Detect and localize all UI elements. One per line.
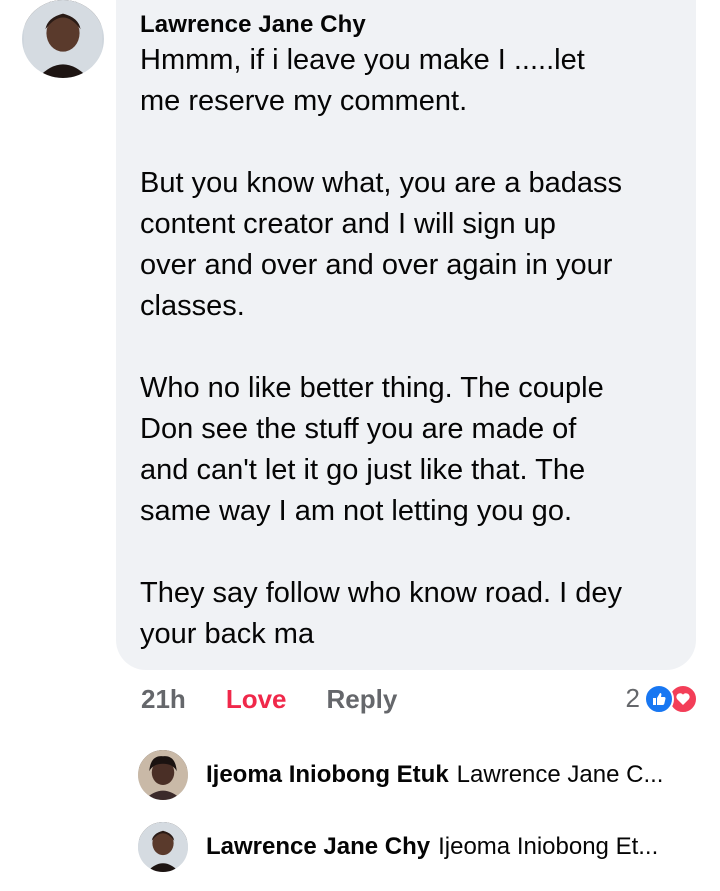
reactions-summary[interactable]: 2 (626, 683, 698, 714)
comment-line: But you know what, you are a badass (140, 167, 623, 199)
comment-paragraph: But you know what, you are a badass cont… (140, 163, 670, 327)
comment-line: over and over and over again in your (140, 249, 613, 281)
avatar[interactable] (138, 750, 188, 800)
comment-actions: 21h Love Reply (141, 684, 397, 715)
reaction-count: 2 (625, 683, 640, 713)
comment-author[interactable]: Lawrence Jane Chy (140, 10, 670, 40)
comment-line: content creator and I will sign up (140, 208, 556, 240)
like-icon (644, 683, 674, 714)
comment-line: same way I am not letting you go. (140, 495, 572, 527)
comment-body: Hmmm, if i leave you make I .....let me … (140, 40, 670, 655)
reply-author[interactable]: Lawrence Jane Chy (206, 833, 430, 861)
comment-line: me reserve my comment. (140, 85, 468, 117)
avatar[interactable] (22, 0, 104, 78)
avatar[interactable] (138, 822, 188, 872)
reply-item[interactable]: Ijeoma Iniobong Etuk Lawrence Jane C... (138, 750, 663, 800)
comment-line: Who no like better thing. The couple (140, 372, 604, 404)
comment-line: and can't let it go just like that. The (140, 454, 586, 486)
profile-photo-icon (24, 0, 102, 78)
comment-line: They say follow who know road. I dey (140, 577, 622, 609)
timestamp-link[interactable]: 21h (141, 684, 186, 715)
comment-bubble: Lawrence Jane Chy Hmmm, if i leave you m… (116, 0, 696, 670)
reply-author[interactable]: Ijeoma Iniobong Etuk (206, 761, 449, 789)
comment-line: your back ma (140, 618, 315, 650)
profile-photo-icon (138, 750, 188, 800)
comment-paragraph: Hmmm, if i leave you make I .....let me … (140, 40, 670, 122)
love-button[interactable]: Love (226, 684, 287, 715)
reply-item[interactable]: Lawrence Jane Chy Ijeoma Iniobong Et... (138, 822, 658, 872)
reply-preview: Lawrence Jane C... (456, 761, 664, 788)
comment-paragraph: Who no like better thing. The couple Don… (140, 368, 670, 532)
comment-line: Don see the stuff you are made of (140, 413, 577, 445)
reply-button[interactable]: Reply (327, 684, 398, 715)
reply-preview: Ijeoma Iniobong Et... (438, 833, 659, 860)
profile-photo-icon (138, 822, 188, 872)
comment-line: classes. (140, 290, 245, 322)
comment-paragraph: They say follow who know road. I dey you… (140, 573, 670, 655)
comment-line: Hmmm, if i leave you make I .....let (140, 44, 585, 76)
